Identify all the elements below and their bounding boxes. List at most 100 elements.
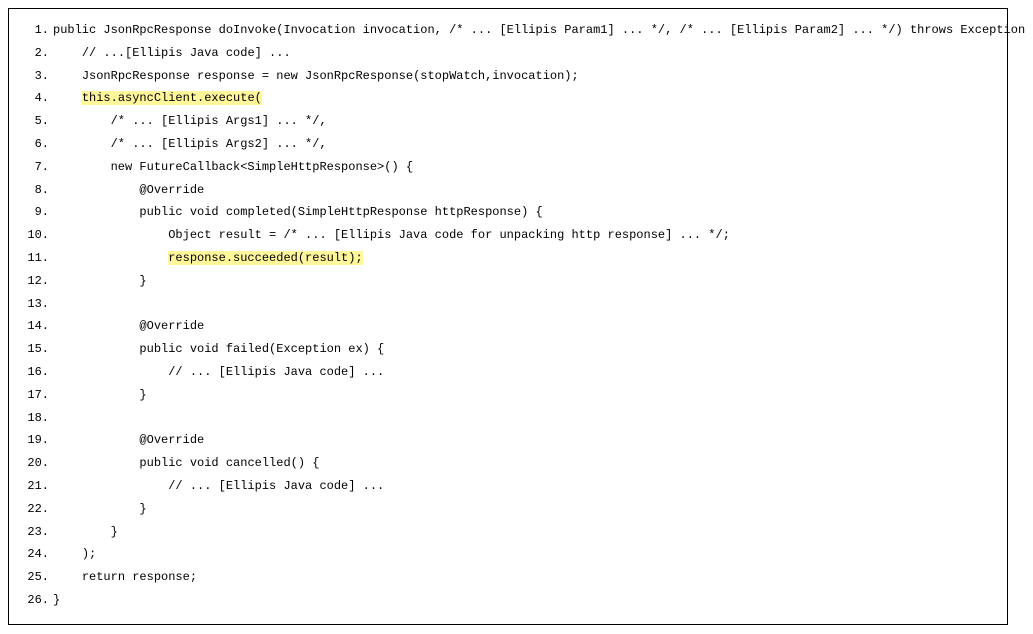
code-text: @Override — [139, 433, 204, 447]
code-line: 1.public JsonRpcResponse doInvoke(Invoca… — [21, 19, 995, 42]
code-text: } — [139, 502, 146, 516]
code-indent — [53, 160, 111, 174]
code-text: @Override — [139, 183, 204, 197]
code-content: } — [53, 521, 118, 544]
code-indent — [53, 388, 139, 402]
code-text: @Override — [139, 319, 204, 333]
line-number: 8. — [21, 179, 49, 202]
line-number: 5. — [21, 110, 49, 133]
code-content: new FutureCallback<SimpleHttpResponse>()… — [53, 156, 413, 179]
code-line: 9. public void completed(SimpleHttpRespo… — [21, 201, 995, 224]
code-line: 2. // ...[Ellipis Java code] ... — [21, 42, 995, 65]
code-text: Object result = /* ... [Ellipis Java cod… — [168, 228, 730, 242]
line-number: 25. — [21, 566, 49, 589]
code-indent — [53, 46, 82, 60]
code-content: } — [53, 498, 147, 521]
code-content: this.asyncClient.execute( — [53, 87, 262, 110]
code-line: 25. return response; — [21, 566, 995, 589]
code-content: /* ... [Ellipis Args2] ... */, — [53, 133, 327, 156]
code-content: } — [53, 270, 147, 293]
code-line: 22. } — [21, 498, 995, 521]
code-indent — [53, 502, 139, 516]
code-content: public void failed(Exception ex) { — [53, 338, 384, 361]
code-content: public void completed(SimpleHttpResponse… — [53, 201, 543, 224]
code-content: // ...[Ellipis Java code] ... — [53, 42, 291, 65]
code-content: JsonRpcResponse response = new JsonRpcRe… — [53, 65, 579, 88]
line-number: 2. — [21, 42, 49, 65]
line-number: 26. — [21, 589, 49, 612]
line-number: 18. — [21, 407, 49, 430]
code-indent — [53, 547, 82, 561]
code-text: } — [139, 388, 146, 402]
line-number: 17. — [21, 384, 49, 407]
code-line: 17. } — [21, 384, 995, 407]
code-text: new FutureCallback<SimpleHttpResponse>()… — [111, 160, 413, 174]
code-text: ); — [82, 547, 96, 561]
code-text: /* ... [Ellipis Args1] ... */, — [111, 114, 327, 128]
code-text: } — [53, 593, 60, 607]
line-number: 19. — [21, 429, 49, 452]
code-highlight: this.asyncClient.execute( — [82, 91, 262, 105]
code-content: } — [53, 589, 60, 612]
code-line: 11. response.succeeded(result); — [21, 247, 995, 270]
line-number: 10. — [21, 224, 49, 247]
code-indent — [53, 274, 139, 288]
code-content: ); — [53, 543, 96, 566]
code-line: 6. /* ... [Ellipis Args2] ... */, — [21, 133, 995, 156]
code-line: 5. /* ... [Ellipis Args1] ... */, — [21, 110, 995, 133]
code-listing-box: 1.public JsonRpcResponse doInvoke(Invoca… — [8, 8, 1008, 625]
line-number: 4. — [21, 87, 49, 110]
code-content: return response; — [53, 566, 197, 589]
line-number: 24. — [21, 543, 49, 566]
code-content: Object result = /* ... [Ellipis Java cod… — [53, 224, 730, 247]
code-line: 3. JsonRpcResponse response = new JsonRp… — [21, 65, 995, 88]
code-indent — [53, 183, 139, 197]
code-line: 7. new FutureCallback<SimpleHttpResponse… — [21, 156, 995, 179]
code-text: public void failed(Exception ex) { — [139, 342, 384, 356]
line-number: 15. — [21, 338, 49, 361]
code-line: 26.} — [21, 589, 995, 612]
code-line: 4. this.asyncClient.execute( — [21, 87, 995, 110]
code-indent — [53, 365, 168, 379]
line-number: 11. — [21, 247, 49, 270]
code-text: public JsonRpcResponse doInvoke(Invocati… — [53, 23, 1033, 37]
code-line: 12. } — [21, 270, 995, 293]
code-text: /* ... [Ellipis Args2] ... */, — [111, 137, 327, 151]
code-line: 14. @Override — [21, 315, 995, 338]
line-number: 16. — [21, 361, 49, 384]
code-line: 21. // ... [Ellipis Java code] ... — [21, 475, 995, 498]
code-indent — [53, 114, 111, 128]
line-number: 22. — [21, 498, 49, 521]
code-content: // ... [Ellipis Java code] ... — [53, 475, 384, 498]
code-indent — [53, 525, 111, 539]
code-line: 16. // ... [Ellipis Java code] ... — [21, 361, 995, 384]
line-number: 23. — [21, 521, 49, 544]
code-line: 23. } — [21, 521, 995, 544]
code-indent — [53, 69, 82, 83]
line-number: 14. — [21, 315, 49, 338]
line-number: 20. — [21, 452, 49, 475]
code-content: @Override — [53, 429, 204, 452]
code-lines-container: 1.public JsonRpcResponse doInvoke(Invoca… — [21, 19, 995, 612]
code-indent — [53, 205, 139, 219]
code-line: 8. @Override — [21, 179, 995, 202]
code-content: @Override — [53, 315, 204, 338]
line-number: 9. — [21, 201, 49, 224]
code-line: 18. — [21, 407, 995, 430]
line-number: 12. — [21, 270, 49, 293]
code-text: public void completed(SimpleHttpResponse… — [139, 205, 542, 219]
code-content: } — [53, 384, 147, 407]
code-content: response.succeeded(result); — [53, 247, 363, 270]
code-content: /* ... [Ellipis Args1] ... */, — [53, 110, 327, 133]
code-indent — [53, 456, 139, 470]
code-content: // ... [Ellipis Java code] ... — [53, 361, 384, 384]
code-line: 24. ); — [21, 543, 995, 566]
code-line: 15. public void failed(Exception ex) { — [21, 338, 995, 361]
code-text: // ... [Ellipis Java code] ... — [168, 365, 384, 379]
code-line: 10. Object result = /* ... [Ellipis Java… — [21, 224, 995, 247]
code-indent — [53, 342, 139, 356]
code-line: 19. @Override — [21, 429, 995, 452]
line-number: 3. — [21, 65, 49, 88]
code-indent — [53, 228, 168, 242]
code-text: JsonRpcResponse response = new JsonRpcRe… — [82, 69, 579, 83]
